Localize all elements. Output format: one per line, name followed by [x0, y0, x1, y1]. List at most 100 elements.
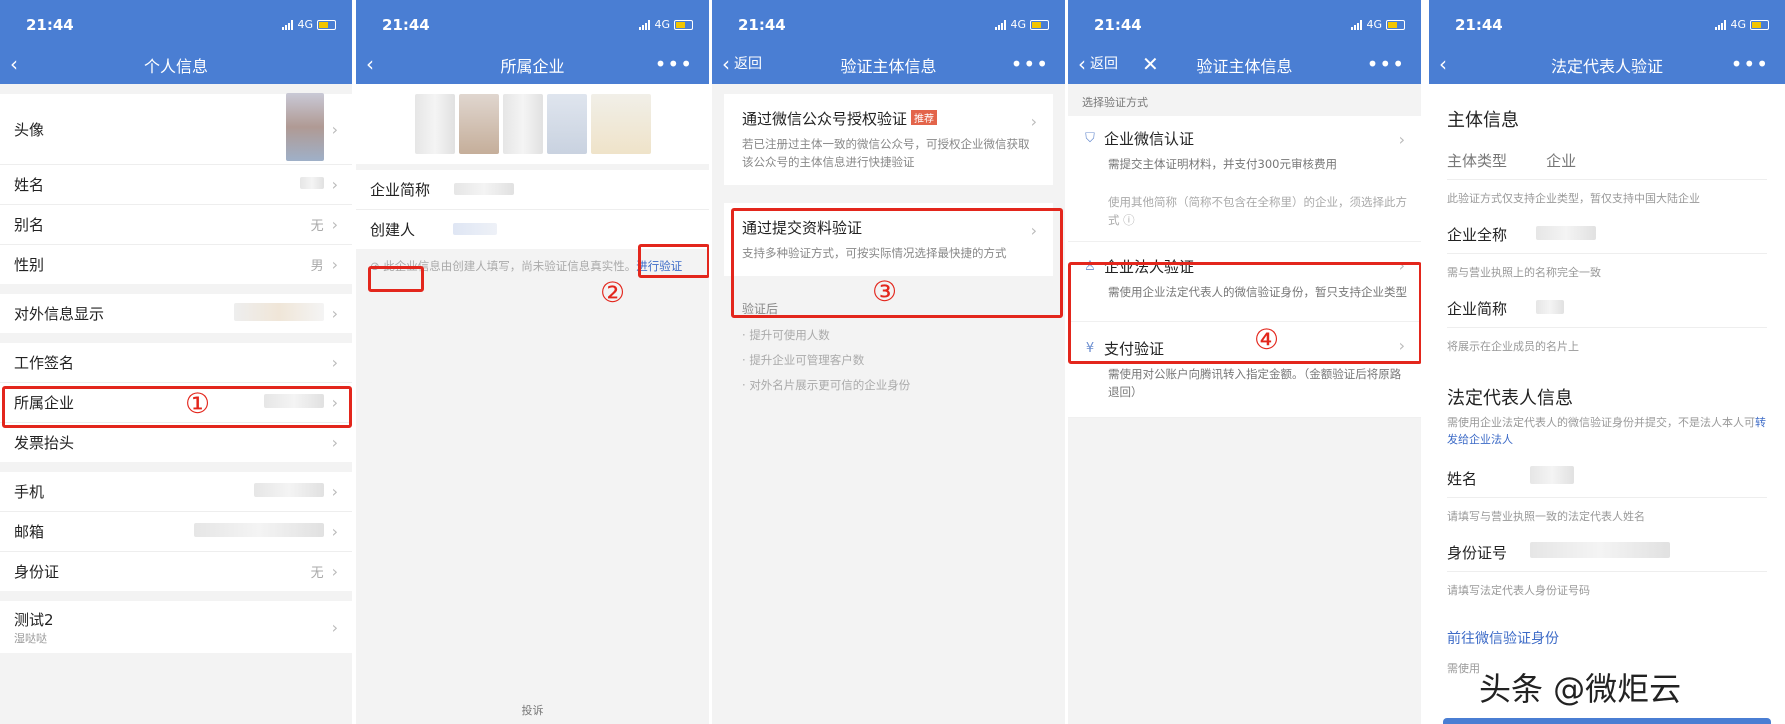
legal-name-input[interactable]: [1530, 466, 1575, 488]
more-icon[interactable]: •••: [1011, 52, 1049, 76]
battery-icon: [1750, 19, 1769, 30]
page-title: 验证主体信息: [840, 57, 937, 76]
option-payment[interactable]: ¥ 支付验证 需使用对公账户向腾讯转入指定金额。（金额验证后将原路退回） ›: [1068, 322, 1421, 418]
status-time: 21:44: [382, 16, 430, 34]
signal-icon: [995, 19, 1007, 30]
status-bar: 21:44 4G: [712, 0, 1065, 46]
status-bar: 21:44 4G: [356, 0, 709, 46]
row-name[interactable]: 姓名 ›: [0, 165, 352, 205]
back-button[interactable]: ‹: [10, 54, 18, 74]
chevron-right-icon: ›: [331, 119, 338, 139]
full-name-input[interactable]: [1536, 225, 1597, 244]
section-label: 选择验证方式: [1082, 96, 1148, 109]
list-item-text: 提升企业可管理客户数: [749, 353, 865, 367]
back-button[interactable]: ‹ 返回: [722, 54, 762, 74]
row-label: 身份证: [14, 563, 60, 581]
row-avatar[interactable]: 头像 ›: [0, 93, 352, 165]
system-icons: 4G: [1715, 18, 1769, 31]
row-label: 对外信息显示: [14, 305, 105, 323]
row-company[interactable]: 所属企业 ›: [0, 383, 352, 423]
test-text: 测试2 湿哒哒: [14, 609, 54, 646]
person-icon: ♙: [1084, 258, 1096, 274]
option-desc: 需提交主体证明材料，并支付300元审核费用: [1108, 157, 1337, 171]
contact-group: 手机 › 邮箱 › 身份证 无 ›: [0, 472, 352, 591]
yen-icon: ¥: [1085, 340, 1095, 356]
list-item: · 提升企业可管理客户数: [742, 353, 865, 367]
field-label: 企业全称: [1447, 226, 1508, 244]
legal-form: 主体信息 主体类型 企业 此验证方式仅支持企业类型，暂仅支持中国大陆企业 企业全…: [1429, 84, 1785, 676]
external-group: 对外信息显示 ›: [0, 294, 352, 333]
status-time: 21:44: [1455, 16, 1503, 34]
row-invoice[interactable]: 发票抬头 ›: [0, 423, 352, 462]
list-item-text: 对外名片展示更可信的企业身份: [749, 378, 911, 392]
row-work-signature[interactable]: 工作签名 ›: [0, 343, 352, 383]
complaint-link[interactable]: 投诉: [356, 702, 709, 718]
wechat-verify-link[interactable]: 前往微信验证身份: [1447, 628, 1767, 648]
back-button[interactable]: ‹: [366, 54, 374, 74]
row-label: 工作签名: [14, 354, 75, 372]
row-label: 所属企业: [14, 394, 75, 412]
row-label: 测试2: [14, 610, 54, 629]
chevron-right-icon: ›: [331, 617, 338, 637]
row-id-card[interactable]: 身份证 无 ›: [0, 552, 352, 591]
row-test[interactable]: 测试2 湿哒哒 ›: [0, 601, 352, 653]
row-email[interactable]: 邮箱 ›: [0, 512, 352, 552]
system-icons: 4G: [995, 18, 1049, 31]
short-name-input[interactable]: [1536, 299, 1565, 318]
field-short-name[interactable]: 企业简称: [1447, 280, 1767, 328]
field-value: 企业: [1546, 152, 1577, 170]
status-bar: 21:44 4G: [1068, 0, 1421, 46]
option-note: 使用其他简称（简称不包含在全称里）的企业，须选择此方式 ⓘ: [1108, 193, 1407, 229]
row-external-info[interactable]: 对外信息显示 ›: [0, 294, 352, 333]
status-time: 21:44: [1094, 16, 1142, 34]
option-wecom-auth[interactable]: ⛉ 企业微信认证 需提交主体证明材料，并支付300元审核费用 使用其他简称（简称不…: [1068, 116, 1421, 242]
panel-verify-subject: 21:44 4G ‹ 返回 验证主体信息 ••• 通过微信公众号授权验证 推荐 若已…: [712, 0, 1065, 724]
option-official-account[interactable]: 通过微信公众号授权验证 推荐 若已注册过主体一致的微信公众号，可授权企业微信获取该…: [724, 94, 1053, 185]
option-title: ¥ 支付验证: [1082, 338, 1407, 359]
nav-bar: ‹ 所属企业 •••: [356, 46, 709, 84]
field-legal-name[interactable]: 姓名: [1447, 448, 1767, 498]
verify-link[interactable]: 进行验证: [636, 259, 682, 273]
name-value: [299, 176, 324, 193]
chevron-left-icon: ‹: [722, 52, 730, 76]
field-id-number[interactable]: 身份证号: [1447, 524, 1767, 572]
panel-legal-verify: 21:44 4G ‹ 法定代表人验证 ••• 主体信息 主体类型 企业 此验证方…: [1429, 0, 1785, 724]
system-icons: 4G: [1351, 18, 1405, 31]
field-hint: 需与营业执照上的名称完全一致: [1447, 266, 1601, 279]
row-alias[interactable]: 别名 无 ›: [0, 205, 352, 245]
submit-button[interactable]: [1443, 718, 1771, 724]
id-number-input[interactable]: [1530, 542, 1671, 562]
field-label: 主体类型: [1447, 152, 1508, 170]
section-heading: 法定代表人信息: [1447, 388, 1573, 409]
option-title: 通过提交资料验证: [742, 219, 863, 237]
more-icon[interactable]: •••: [655, 52, 693, 76]
row-phone[interactable]: 手机 ›: [0, 472, 352, 512]
battery-icon: [317, 19, 336, 30]
chevron-right-icon: ›: [331, 175, 338, 194]
more-icon[interactable]: •••: [1367, 52, 1405, 76]
option-submit-materials[interactable]: 通过提交资料验证 支持多种验证方式，可按实际情况选择最快捷的方式 ›: [724, 203, 1053, 276]
row-label: 手机: [14, 483, 45, 501]
row-gender[interactable]: 性别 男 ›: [0, 245, 352, 284]
option-desc: 需使用企业法定代表人的微信验证身份，暂只支持企业类型: [1108, 285, 1407, 299]
option-title-text: 支付验证: [1104, 340, 1165, 358]
back-button[interactable]: ‹: [1439, 54, 1447, 74]
field-hint: 请填写法定代表人身份证号码: [1447, 584, 1590, 597]
row-label: 姓名: [14, 176, 45, 194]
gender-value: 男: [310, 259, 324, 274]
more-icon[interactable]: •••: [1731, 52, 1769, 76]
close-icon[interactable]: ✕: [1142, 52, 1159, 76]
field-label: 企业简称: [1447, 300, 1508, 318]
signal-icon: [1715, 19, 1727, 30]
row-label: 性别: [14, 256, 45, 274]
nav-bar: ‹ 返回 验证主体信息 •••: [712, 46, 1065, 84]
back-button[interactable]: ‹ 返回: [1078, 54, 1118, 74]
field-hint: 此验证方式仅支持企业类型，暂仅支持中国大陆企业: [1447, 192, 1700, 205]
legal-desc: 需使用企业法定代表人的微信验证身份并提交，不是法人本人可转发给企业法人: [1447, 414, 1767, 448]
status-bar: 21:44 4G: [0, 0, 352, 46]
back-label: 返回: [1090, 56, 1118, 72]
field-full-name[interactable]: 企业全称: [1447, 206, 1767, 254]
option-legal-person[interactable]: ♙ 企业法人验证 需使用企业法定代表人的微信验证身份，暂只支持企业类型 ›: [1068, 242, 1421, 322]
alias-value: 无: [310, 219, 324, 234]
phone-value: [253, 482, 324, 501]
